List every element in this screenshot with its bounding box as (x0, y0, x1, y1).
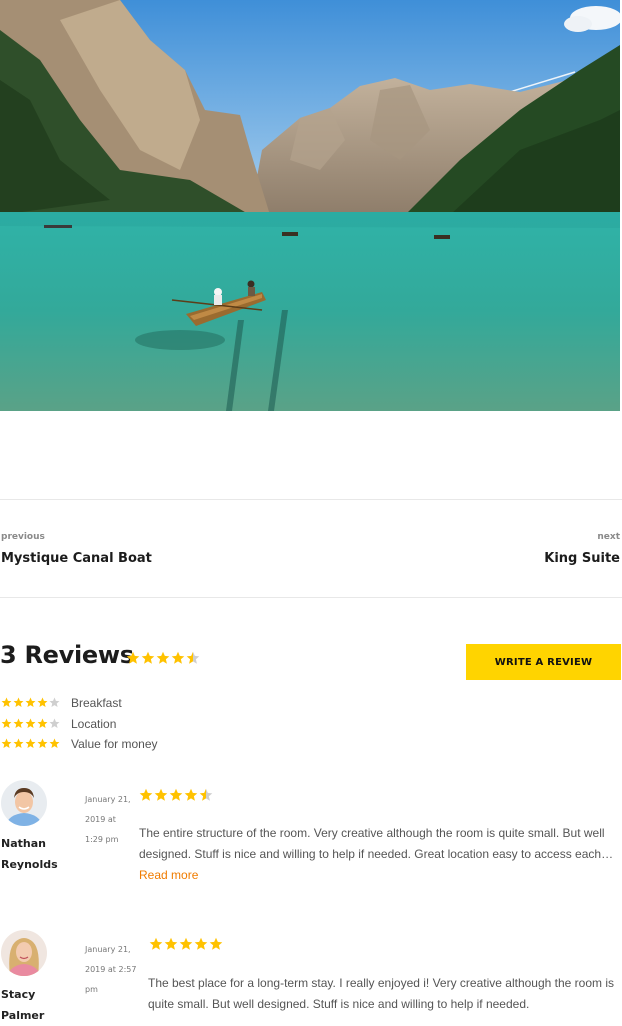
write-review-button[interactable]: WRITE A REVIEW (466, 644, 621, 680)
category-label-location: Location (71, 717, 117, 731)
star-icon (139, 788, 153, 801)
star-icon (154, 788, 168, 801)
reviewer-name: Nathan Reynolds (1, 837, 58, 871)
review-body: The best place for a long-term stay. I r… (148, 976, 615, 1011)
star-icon (126, 651, 140, 664)
star-icon (194, 937, 208, 950)
previous-tag: previous (1, 532, 45, 542)
breakfast-rating-stars (1, 697, 61, 708)
category-label-value: Value for money (71, 737, 158, 751)
star-icon (25, 738, 36, 749)
divider-top (0, 499, 622, 500)
star-icon (1, 718, 12, 729)
star-icon (149, 937, 163, 950)
avatar (1, 780, 47, 826)
previous-post-title[interactable]: Mystique Canal Boat (1, 551, 152, 566)
read-more-link[interactable]: Read more (139, 868, 198, 882)
star-icon (49, 697, 60, 708)
review-rating-stars (149, 937, 224, 951)
hero-photo (0, 0, 620, 411)
star-icon (141, 651, 155, 664)
overall-rating-stars (126, 651, 201, 665)
star-icon (37, 738, 48, 749)
star-icon (171, 651, 185, 664)
star-icon (13, 738, 24, 749)
star-icon (169, 788, 183, 801)
star-icon (209, 937, 223, 950)
star-icon (1, 697, 12, 708)
review-date: January 21, 2019 at 2:57 pm (85, 945, 137, 994)
avatar (1, 930, 47, 976)
value-rating-stars (1, 738, 61, 749)
star-icon (13, 718, 24, 729)
category-label-breakfast: Breakfast (71, 696, 122, 710)
star-icon (37, 697, 48, 708)
review-rating-stars (139, 788, 214, 802)
reviewer-name: Stacy Palmer (1, 988, 45, 1022)
star-icon (1, 738, 12, 749)
star-icon (25, 697, 36, 708)
star-icon (179, 937, 193, 950)
next-tag: next (597, 532, 620, 542)
review-text: The best place for a long-term stay. I r… (148, 973, 618, 1015)
review-text: The entire structure of the room. Very c… (139, 823, 622, 886)
location-rating-stars (1, 718, 61, 729)
star-icon (186, 651, 200, 664)
star-icon (156, 651, 170, 664)
star-icon (25, 718, 36, 729)
reviews-heading: 3 Reviews (0, 641, 134, 669)
star-icon (49, 718, 60, 729)
star-icon (37, 718, 48, 729)
star-icon (13, 697, 24, 708)
next-post-title[interactable]: King Suite (544, 551, 620, 566)
star-icon (164, 937, 178, 950)
star-icon (49, 738, 60, 749)
star-icon (199, 788, 213, 801)
review-body: The entire structure of the room. Very c… (139, 826, 614, 861)
review-date: January 21, 2019 at 1:29 pm (85, 795, 131, 844)
star-icon (184, 788, 198, 801)
divider-bottom (0, 597, 622, 598)
